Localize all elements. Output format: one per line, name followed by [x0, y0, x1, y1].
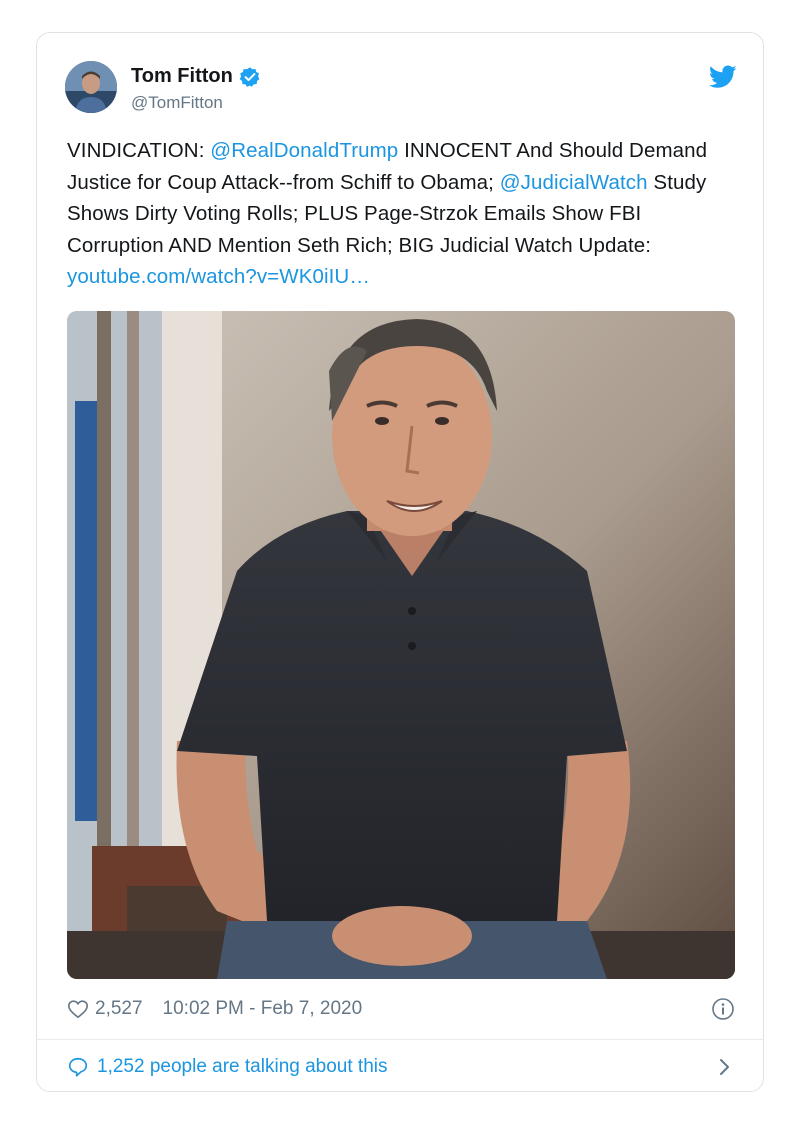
author-name-row: Tom Fitton	[131, 65, 261, 88]
twitter-bird-icon[interactable]	[709, 65, 737, 89]
tweet-text: VINDICATION: @RealDonaldTrump INNOCENT A…	[67, 135, 727, 293]
author-name[interactable]: Tom Fitton	[131, 65, 233, 88]
mention-link-realdonaldtrump[interactable]: @RealDonaldTrump	[210, 139, 398, 162]
tweet-photo[interactable]	[67, 311, 735, 979]
verified-badge-icon	[239, 66, 260, 87]
avatar[interactable]	[65, 61, 117, 113]
talking-about-this-label: 1,252 people are talking about this	[97, 1056, 388, 1077]
like-count[interactable]: 2,527	[95, 998, 143, 1020]
info-icon[interactable]	[711, 997, 735, 1021]
avatar-image	[65, 61, 117, 113]
tweet-timestamp[interactable]: 10:02 PM - Feb 7, 2020	[163, 998, 363, 1020]
tweet-text-part: VINDICATION:	[67, 139, 211, 162]
divider	[37, 1039, 763, 1040]
chevron-right-icon	[720, 1059, 729, 1075]
youtube-link[interactable]: youtube.com/watch?v=WK0iIU…	[67, 265, 370, 288]
tweet-meta: 2,527 10:02 PM - Feb 7, 2020	[67, 995, 735, 1023]
photo-man-in-polo	[67, 311, 735, 979]
tweet-card[interactable]: Tom Fitton @TomFitton VINDICATION: @Real…	[36, 32, 764, 1092]
heart-icon[interactable]	[67, 998, 89, 1020]
talking-about-this-link[interactable]: 1,252 people are talking about this	[67, 1053, 735, 1081]
author-handle[interactable]: @TomFitton	[131, 93, 223, 113]
tweet-header: Tom Fitton @TomFitton	[65, 61, 737, 121]
mention-link-judicialwatch[interactable]: @JudicialWatch	[500, 171, 648, 194]
speech-bubble-icon	[68, 1057, 88, 1077]
